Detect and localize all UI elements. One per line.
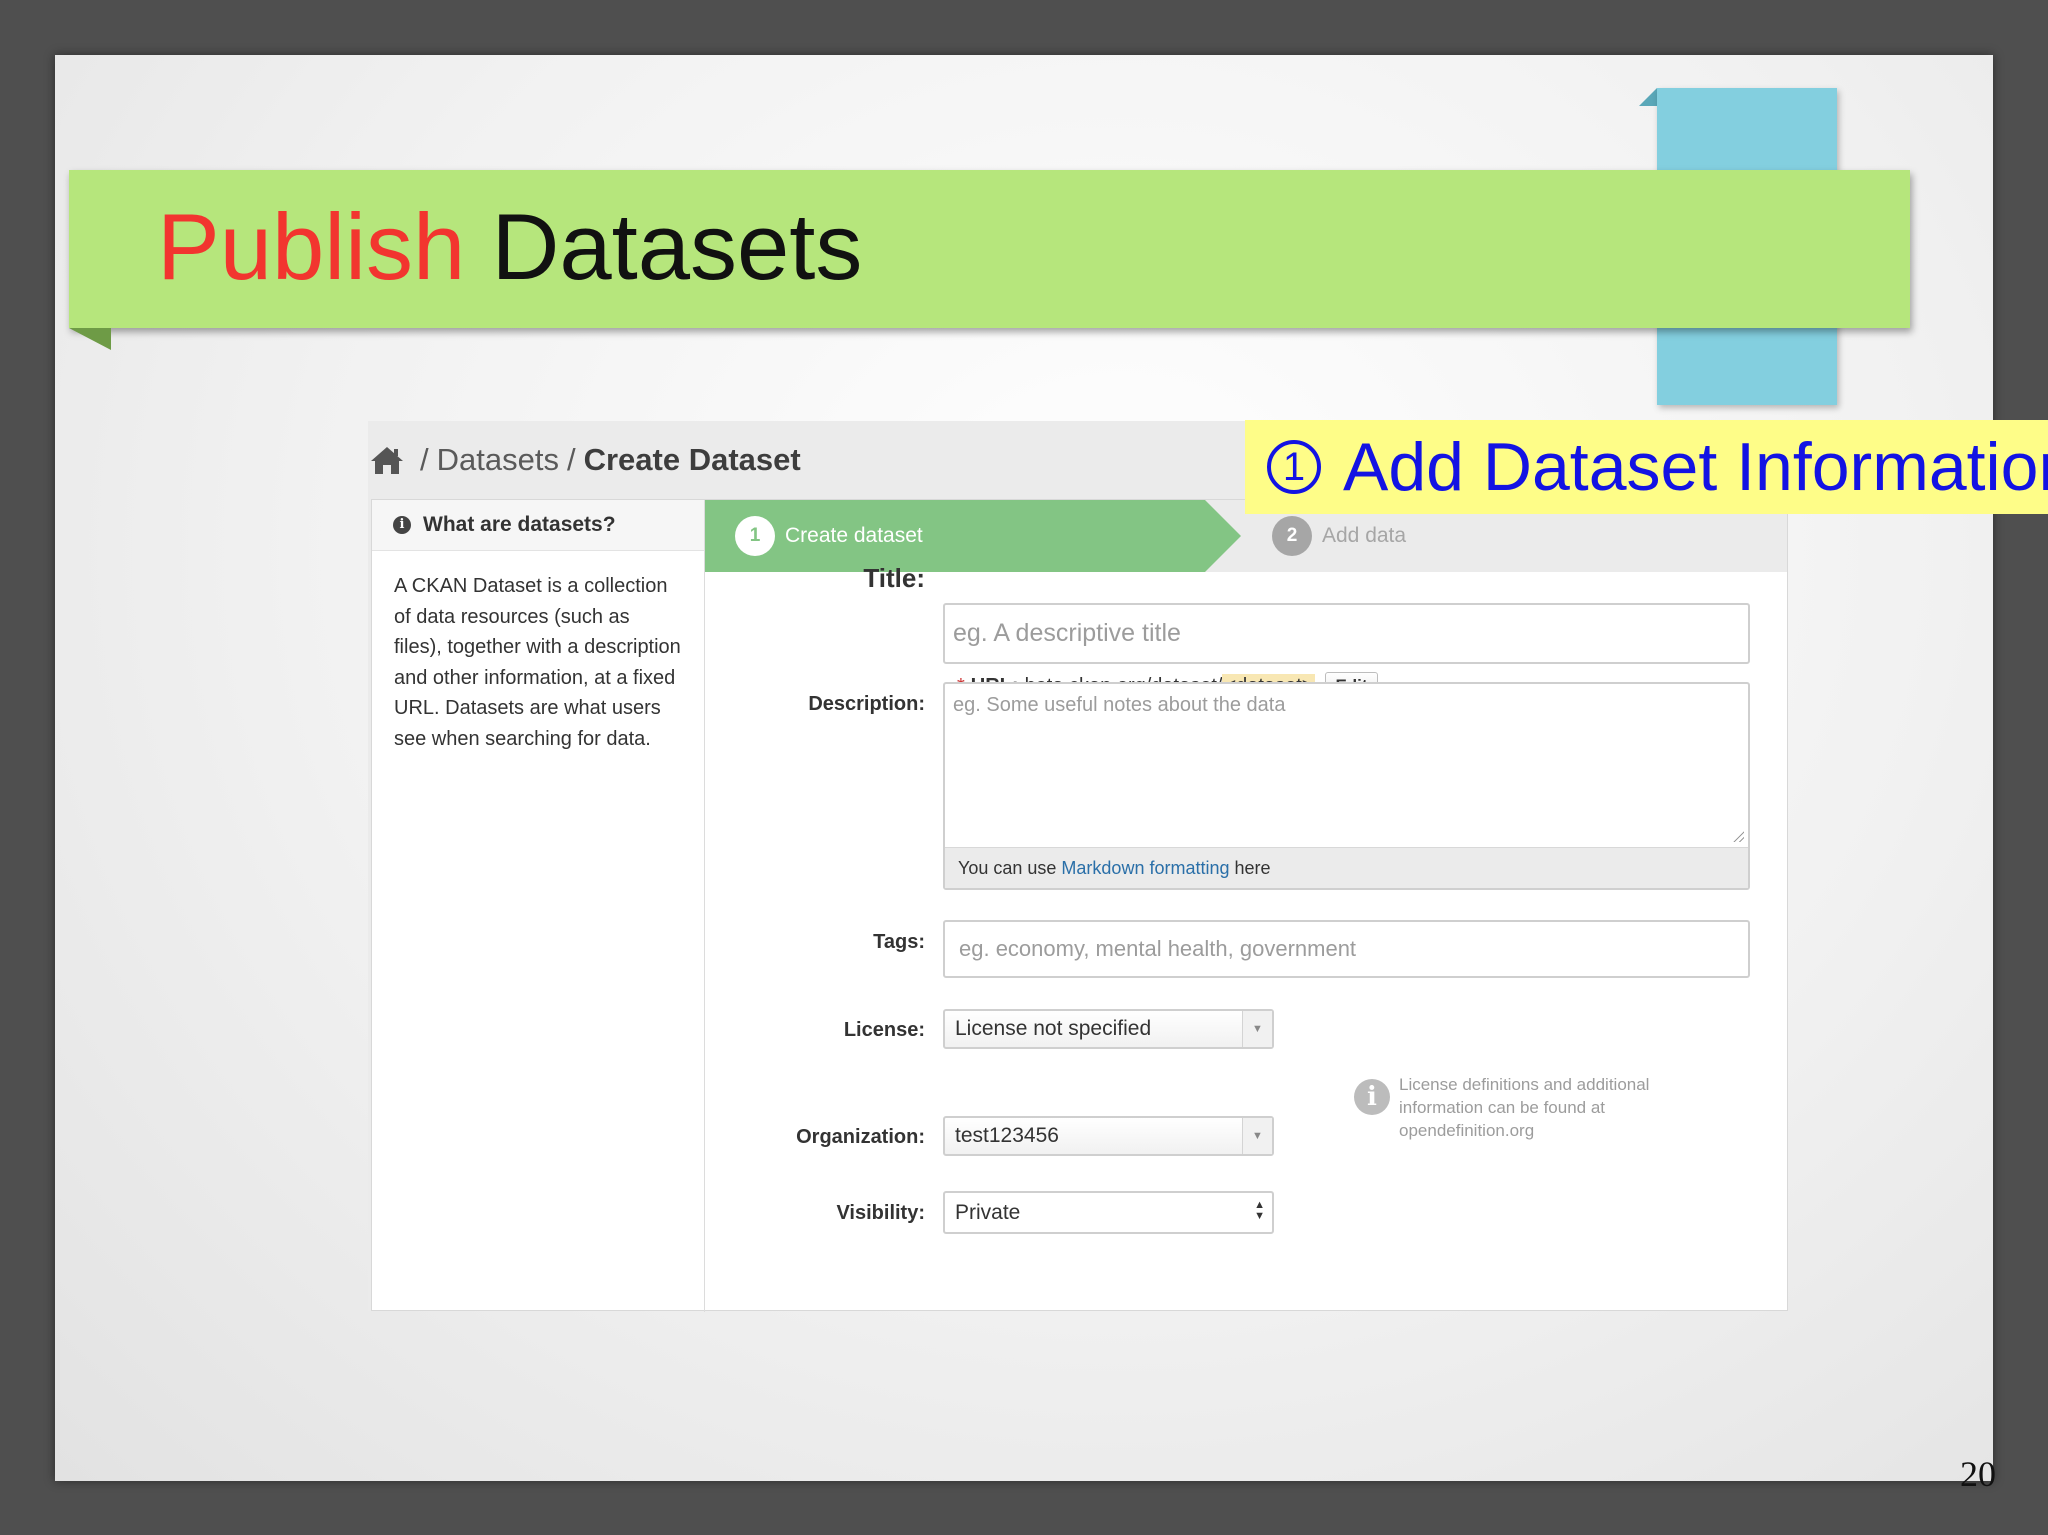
chevron-down-icon[interactable]: ▼: [1242, 1011, 1272, 1047]
license-label: License:: [843, 1019, 925, 1041]
breadcrumb-datasets-link[interactable]: Datasets: [437, 442, 559, 478]
markdown-link[interactable]: Markdown formatting: [1061, 858, 1229, 879]
page-number: 20: [1960, 1454, 1996, 1494]
slide-title-accent: Publish: [157, 194, 466, 299]
organization-label: Organization:: [796, 1126, 925, 1148]
tags-placeholder: eg. economy, mental health, government: [959, 936, 1357, 961]
license-info-text-block: License definitions and additional infor…: [1399, 1073, 1699, 1142]
breadcrumb-separator: /: [420, 442, 429, 477]
info-icon: i: [393, 516, 411, 534]
stage-number: 1: [735, 516, 775, 556]
license-info-text: License definitions and additional infor…: [1399, 1075, 1650, 1117]
callout-number: 1: [1267, 440, 1321, 494]
title-label: Title:: [863, 563, 925, 593]
slide-title-main: Datasets: [491, 194, 863, 299]
title-input[interactable]: eg. A descriptive title: [943, 603, 1750, 664]
slide-title: Publish Datasets: [157, 192, 862, 302]
breadcrumb-current: Create Dataset: [583, 442, 801, 477]
title-band-fold: [69, 328, 111, 350]
callout-text: Add Dataset Information: [1343, 429, 2048, 505]
sidebar-heading: i What are datasets?: [372, 500, 704, 551]
title-placeholder: eg. A descriptive title: [953, 619, 1181, 647]
visibility-value: Private: [955, 1200, 1021, 1224]
description-label: Description:: [808, 693, 925, 715]
stage-number: 2: [1272, 516, 1312, 556]
resize-grip-icon[interactable]: [1732, 830, 1744, 842]
license-value: License not specified: [955, 1017, 1152, 1040]
home-icon[interactable]: [370, 445, 404, 475]
step-callout: 1 Add Dataset Information: [1245, 420, 2048, 514]
breadcrumb-separator: /: [566, 442, 576, 477]
blue-tab-fold: [1639, 88, 1657, 106]
chevron-down-icon[interactable]: ▼: [1242, 1118, 1272, 1154]
tags-label: Tags:: [873, 931, 925, 953]
markdown-hint-prefix: You can use: [958, 857, 1057, 878]
license-select[interactable]: License not specified ▼: [943, 1009, 1274, 1049]
organization-select[interactable]: test123456 ▼: [943, 1116, 1274, 1156]
visibility-label: Visibility:: [836, 1202, 925, 1224]
markdown-hint: You can use Markdown formatting here: [945, 847, 1748, 888]
sidebar: i What are datasets? A CKAN Dataset is a…: [372, 500, 705, 1312]
info-circle-icon: i: [1354, 1079, 1390, 1115]
description-placeholder: eg. Some useful notes about the data: [953, 694, 1286, 716]
sidebar-description: A CKAN Dataset is a collection of data r…: [394, 575, 681, 750]
organization-value: test123456: [955, 1124, 1059, 1147]
visibility-select[interactable]: Private ▲ ▼: [943, 1191, 1274, 1234]
tags-input[interactable]: eg. economy, mental health, government: [943, 920, 1750, 978]
stage-label: Add data: [1322, 524, 1407, 547]
markdown-hint-suffix: here: [1234, 857, 1271, 878]
license-info: i License definitions and additional inf…: [1354, 1073, 1699, 1142]
sidebar-heading-text: What are datasets?: [423, 513, 616, 536]
description-textarea[interactable]: eg. Some useful notes about the data You…: [943, 682, 1750, 890]
updown-arrow-icon[interactable]: ▲ ▼: [1254, 1200, 1265, 1222]
stage-create-dataset[interactable]: 1 Create dataset: [705, 500, 1241, 572]
opendefinition-link[interactable]: opendefinition.org: [1399, 1121, 1534, 1140]
stage-label: Create dataset: [785, 524, 923, 547]
slide: Publish Datasets / Datasets / Create Dat…: [55, 55, 2048, 1494]
